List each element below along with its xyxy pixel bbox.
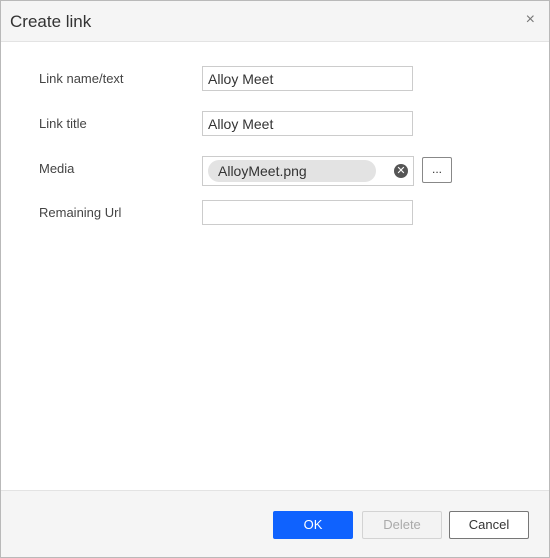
link-title-input[interactable] (202, 111, 413, 136)
dialog-header: Create link × (1, 1, 549, 42)
media-chip: AlloyMeet.png (208, 160, 376, 182)
clear-icon[interactable]: ✕ (394, 164, 408, 178)
remaining-url-input[interactable] (202, 200, 413, 225)
dialog-footer: OK Delete Cancel (1, 490, 549, 557)
browse-media-button[interactable]: ... (422, 157, 452, 183)
remaining-url-label: Remaining Url (39, 205, 122, 220)
ok-button[interactable]: OK (273, 511, 353, 539)
cancel-button[interactable]: Cancel (449, 511, 529, 539)
media-field[interactable]: AlloyMeet.png ✕ (202, 156, 414, 186)
close-icon[interactable]: × (526, 12, 535, 28)
create-link-dialog: Create link × Link name/text Link title … (0, 0, 550, 558)
dialog-title: Create link (10, 12, 92, 31)
link-name-input[interactable] (202, 66, 413, 91)
link-title-label: Link title (39, 116, 87, 131)
delete-button[interactable]: Delete (362, 511, 442, 539)
link-name-label: Link name/text (39, 71, 124, 86)
media-label: Media (39, 161, 75, 176)
